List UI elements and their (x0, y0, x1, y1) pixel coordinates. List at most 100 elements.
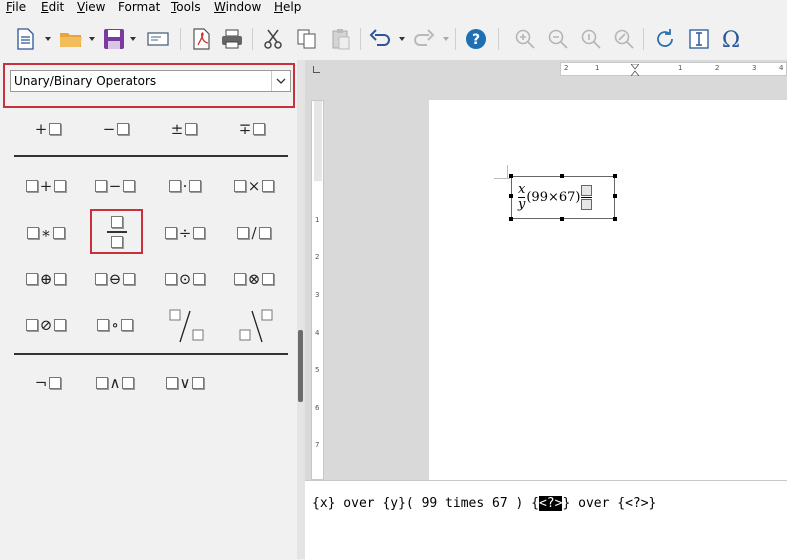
vertical-ruler[interactable]: 1 2 3 4 5 6 7 (311, 100, 324, 480)
ruler-number: 1 (678, 64, 683, 72)
symbol-boolean-not[interactable]: ¬ (22, 369, 72, 397)
placeholder-box (262, 180, 275, 192)
ruler-number: 5 (315, 366, 320, 374)
undo-button[interactable] (367, 26, 393, 52)
ruler-number: 1 (315, 216, 320, 224)
placeholder-box (25, 180, 38, 192)
placeholder-box (54, 273, 67, 285)
symbol-circled-plus[interactable]: ⊕ (18, 265, 74, 293)
menu-tools[interactable]: Tools (171, 0, 201, 14)
symbol-wide-slash[interactable] (164, 306, 208, 346)
placeholder-box (581, 185, 593, 196)
group-divider (14, 155, 288, 157)
placeholder-box (165, 377, 178, 389)
undo-dropdown-arrow[interactable] (399, 37, 405, 41)
command-text-suffix: } over {<?>} (562, 496, 657, 511)
symbol-subtraction[interactable]: − (87, 172, 143, 200)
new-dropdown-arrow[interactable] (45, 37, 51, 41)
placeholder-box (164, 227, 177, 239)
symbol-multiplication-dot[interactable]: · (157, 172, 213, 200)
symbol-division[interactable]: ÷ (157, 219, 213, 247)
placeholder-box (168, 180, 181, 192)
redo-icon (414, 29, 435, 46)
save-button[interactable] (101, 26, 127, 52)
ruler-number: 2 (315, 253, 320, 261)
symbol-plus-unary[interactable]: + (22, 115, 72, 143)
placeholder-box (97, 319, 110, 331)
pdf-icon (193, 28, 210, 50)
placeholder-box (53, 227, 66, 239)
symbol-ring-operator[interactable]: ∘ (87, 311, 143, 339)
placeholder-box (164, 273, 177, 285)
placeholder-box (25, 273, 38, 285)
symbol-circled-dot[interactable]: ⊙ (157, 265, 213, 293)
open-button[interactable] (58, 26, 84, 52)
redo-dropdown-arrow[interactable] (443, 37, 449, 41)
placeholder-box (94, 180, 107, 192)
formula-cursor-button[interactable] (686, 26, 712, 52)
symbol-slash[interactable]: / (226, 219, 282, 247)
symbol-circled-minus[interactable]: ⊖ (87, 265, 143, 293)
formula-fraction-xy: x y (518, 183, 526, 212)
zoom-in-button[interactable] (512, 26, 538, 52)
help-button[interactable]: ? (463, 26, 489, 52)
command-text[interactable]: {x} over {y}( 99 times 67 ) {<?>} over {… (312, 496, 656, 511)
show-all-button[interactable] (611, 26, 637, 52)
symbol-multiplication-star[interactable]: ∗ (18, 219, 74, 247)
text-boundary-mark (494, 178, 510, 179)
email-button[interactable] (145, 26, 171, 52)
placeholder-box (189, 180, 202, 192)
copy-button[interactable] (294, 26, 320, 52)
printer-icon (222, 29, 242, 49)
menu-window[interactable]: Window (214, 0, 261, 14)
placeholder-box (49, 123, 62, 135)
export-pdf-button[interactable] (188, 26, 214, 52)
paste-button[interactable] (328, 26, 354, 52)
open-dropdown-arrow[interactable] (89, 37, 95, 41)
menu-help[interactable]: Help (274, 0, 301, 14)
new-document-button[interactable] (12, 26, 38, 52)
print-button[interactable] (219, 26, 245, 52)
zoom-out-button[interactable] (545, 26, 571, 52)
symbol-circled-times[interactable]: ⊗ (226, 265, 282, 293)
formula-product: (99×67) (526, 190, 581, 205)
category-dropdown-button[interactable] (271, 71, 290, 91)
splitter-handle[interactable] (298, 330, 303, 402)
horizontal-ruler[interactable]: 2 1 1 2 3 4 (560, 62, 787, 76)
update-button[interactable] (652, 26, 678, 52)
text-cursor-icon (689, 29, 709, 49)
document-page[interactable] (429, 100, 787, 480)
symbol-minus-unary[interactable]: − (90, 115, 140, 143)
ruler-number: 4 (315, 329, 320, 337)
zoom-in-icon (515, 29, 535, 49)
menu-file[interactable]: File (6, 0, 26, 14)
symbol-boolean-or[interactable]: ∨ (157, 369, 213, 397)
wide-backslash-icon (239, 309, 273, 343)
symbol-addition[interactable]: + (18, 172, 74, 200)
symbol-boolean-and[interactable]: ∧ (87, 369, 143, 397)
symbol-circled-slash[interactable]: ⊘ (18, 311, 74, 339)
cut-button[interactable] (260, 26, 286, 52)
category-dropdown[interactable]: Unary/Binary Operators (10, 70, 291, 92)
zoom-100-button[interactable] (578, 26, 604, 52)
formula-object[interactable]: x y (99×67) (509, 174, 617, 221)
panel-splitter[interactable] (297, 60, 305, 559)
redo-button[interactable] (411, 26, 437, 52)
menu-edit[interactable]: Edit (41, 0, 64, 14)
selected-placeholder[interactable]: <?> (538, 496, 563, 511)
menu-view[interactable]: View (77, 0, 105, 14)
formula-command-editor[interactable]: {x} over {y}( 99 times 67 ) {<?>} over {… (305, 480, 787, 560)
symbol-multiplication-x[interactable]: × (226, 172, 282, 200)
menu-format[interactable]: Format (118, 0, 160, 14)
toolbar-separator (252, 28, 253, 50)
omega-icon: Ω (722, 28, 740, 50)
symbol-minusplus-unary[interactable]: ∓ (226, 115, 276, 143)
zoom-100-icon (581, 29, 601, 49)
save-dropdown-arrow[interactable] (130, 37, 136, 41)
symbol-wide-backslash[interactable] (234, 306, 278, 346)
symbol-plusminus-unary[interactable]: ± (158, 115, 208, 143)
menu-bar: File Edit View Format Tools Window Help (0, 0, 787, 18)
indent-marker-icon[interactable] (631, 64, 639, 76)
selected-symbol-highlight (90, 209, 143, 254)
symbols-button[interactable]: Ω (718, 26, 744, 52)
